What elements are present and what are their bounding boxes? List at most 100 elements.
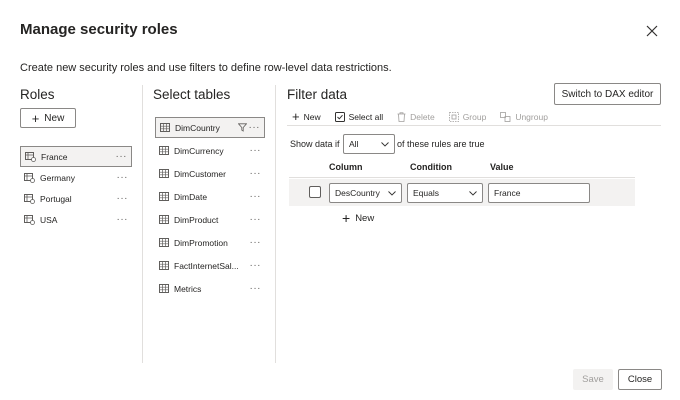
table-label: DimCustomer <box>174 168 226 179</box>
rule-value-input[interactable]: France <box>488 183 590 203</box>
more-options-icon[interactable]: ··· <box>250 145 262 156</box>
match-mode-value: All <box>349 139 359 149</box>
add-rule-button[interactable]: + New <box>342 211 374 225</box>
more-options-icon[interactable]: ··· <box>117 172 129 183</box>
toolbar-group-label: Group <box>462 111 487 122</box>
more-options-icon[interactable]: ··· <box>250 168 262 179</box>
role-icon <box>24 214 35 225</box>
chevron-down-icon <box>469 190 477 196</box>
table-item-metrics[interactable]: Metrics ··· <box>155 278 265 299</box>
table-icon <box>159 192 169 201</box>
more-options-icon[interactable]: ··· <box>249 122 261 133</box>
rule-condition-dropdown[interactable]: Equals <box>407 183 483 203</box>
ungroup-button[interactable]: Ungroup <box>500 112 548 122</box>
role-item-portugal[interactable]: Portugal ··· <box>20 188 132 209</box>
role-item-germany[interactable]: Germany ··· <box>20 167 132 188</box>
tables-heading: Select tables <box>153 87 231 102</box>
role-label: USA <box>40 214 58 225</box>
table-item-dimdate[interactable]: DimDate ··· <box>155 186 265 207</box>
tables-list: DimCountry ··· DimCurrency ··· DimCustom… <box>155 117 265 301</box>
rule-checkbox[interactable] <box>309 186 321 198</box>
new-role-label: New <box>44 112 65 124</box>
table-icon <box>159 146 169 155</box>
more-options-icon[interactable]: ··· <box>117 193 129 204</box>
rule-column-value: DesCountry <box>335 188 380 198</box>
plus-icon: + <box>292 109 300 124</box>
select-all-button[interactable]: Select all <box>334 111 384 122</box>
toolbar-new-label: New <box>303 111 321 122</box>
role-label: Germany <box>40 172 75 183</box>
role-label: Portugal <box>40 193 72 204</box>
table-item-dimproduct[interactable]: DimProduct ··· <box>155 209 265 230</box>
role-item-france[interactable]: France ··· <box>20 146 132 167</box>
new-rule-toolbar-button[interactable]: + New <box>292 110 321 123</box>
table-label: DimCountry <box>175 122 220 133</box>
switch-to-dax-button[interactable]: Switch to DAX editor <box>554 83 661 105</box>
group-icon <box>448 111 459 122</box>
filter-heading: Filter data <box>287 87 348 102</box>
filter-toolbar: + New Select all Delete Group Ungroup <box>292 110 548 123</box>
ungroup-icon <box>500 111 511 122</box>
toolbar-select-all-label: Select all <box>348 111 384 122</box>
chevron-down-icon <box>388 190 396 196</box>
table-label: DimCurrency <box>174 145 224 156</box>
more-options-icon[interactable]: ··· <box>116 151 128 162</box>
header-divider <box>289 177 635 178</box>
condition-header: Condition <box>410 162 452 172</box>
table-label: DimProduct <box>174 214 219 225</box>
save-button[interactable]: Save <box>573 369 613 390</box>
role-icon <box>24 172 35 183</box>
column-header: Column <box>329 162 363 172</box>
table-item-factinternetsales[interactable]: FactInternetSal... ··· <box>155 255 265 276</box>
delete-button[interactable]: Delete <box>397 112 435 122</box>
trash-icon <box>397 111 406 122</box>
table-label: DimPromotion <box>174 237 228 248</box>
match-mode-dropdown[interactable]: All <box>343 134 395 154</box>
rule-value-text: France <box>494 188 521 198</box>
table-icon <box>159 238 169 247</box>
new-role-button[interactable]: + New <box>20 108 76 128</box>
more-options-icon[interactable]: ··· <box>250 260 262 271</box>
role-icon <box>24 193 35 204</box>
more-options-icon[interactable]: ··· <box>250 214 262 225</box>
close-button[interactable]: Close <box>618 369 662 390</box>
rule-column-dropdown[interactable]: DesCountry <box>329 183 402 203</box>
more-options-icon[interactable]: ··· <box>250 191 262 202</box>
toolbar-ungroup-label: Ungroup <box>515 111 548 122</box>
value-header: Value <box>490 162 514 172</box>
show-data-suffix: of these rules are true <box>397 139 485 149</box>
table-item-dimcurrency[interactable]: DimCurrency ··· <box>155 140 265 161</box>
toolbar-delete-label: Delete <box>410 111 435 122</box>
table-item-dimpromotion[interactable]: DimPromotion ··· <box>155 232 265 253</box>
table-item-dimcustomer[interactable]: DimCustomer ··· <box>155 163 265 184</box>
toolbar-divider <box>287 125 661 126</box>
roles-heading: Roles <box>20 87 55 102</box>
more-options-icon[interactable]: ··· <box>250 237 262 248</box>
plus-icon: + <box>342 210 351 226</box>
more-options-icon[interactable]: ··· <box>250 283 262 294</box>
table-item-dimcountry[interactable]: DimCountry ··· <box>155 117 265 138</box>
close-icon[interactable] <box>644 23 660 39</box>
divider <box>142 85 143 363</box>
table-label: FactInternetSal... <box>174 260 239 271</box>
filter-icon <box>237 123 247 132</box>
dialog-title: Manage security roles <box>20 21 178 38</box>
show-data-prefix: Show data if <box>290 139 340 149</box>
group-button[interactable]: Group <box>448 111 487 122</box>
rule-condition-value: Equals <box>413 188 439 198</box>
plus-icon: + <box>31 110 40 126</box>
role-label: France <box>41 151 68 162</box>
role-item-usa[interactable]: USA ··· <box>20 209 132 230</box>
table-icon <box>159 169 169 178</box>
role-icon <box>25 151 36 162</box>
table-icon <box>160 123 170 132</box>
table-icon <box>159 215 169 224</box>
table-label: Metrics <box>174 283 202 294</box>
table-icon <box>159 261 169 270</box>
dialog-description: Create new security roles and use filter… <box>20 62 392 74</box>
divider <box>275 85 276 363</box>
more-options-icon[interactable]: ··· <box>117 214 129 225</box>
add-rule-label: New <box>355 212 375 224</box>
table-label: DimDate <box>174 191 208 202</box>
roles-list: France ··· Germany ··· Portugal ··· USA … <box>20 146 132 230</box>
